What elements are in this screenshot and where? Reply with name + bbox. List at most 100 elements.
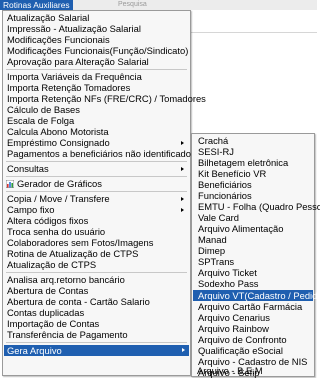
menu-item-abertura-conta-cartao-salario[interactable]: Abertura de conta - Cartão Salario — [7, 297, 188, 307]
menu-item-pagamentos-beneficiarios[interactable]: Pagamentos a beneficiários não identific… — [7, 149, 196, 159]
menu-item-calcula-abono-motorista[interactable]: Calcula Abono Motorista — [7, 127, 188, 137]
menu-item-label: Contas duplicadas — [7, 307, 85, 318]
menu-item-label: Beneficiários — [198, 179, 252, 190]
menu-item-atualizacao-ctps[interactable]: Atualização de CTPS — [7, 260, 188, 270]
menu-item-label: Importa Retenção NFs (FRE/CRC) / Tomador… — [7, 93, 206, 104]
menu-item-label: Dimep — [198, 245, 226, 256]
menu-item-label: Campo fixo — [7, 204, 55, 215]
menu-item-analisa-arq-retorno[interactable]: Analisa arq.retorno bancário — [7, 275, 188, 285]
submenu-arrow-icon — [181, 141, 184, 145]
menu-item-label: Aprovação para Alteração Salarial — [7, 56, 149, 67]
menu-item-calculo-de-bases[interactable]: Cálculo de Bases — [7, 105, 188, 115]
menu-item-gera-arquivo[interactable]: Gera Arquivo — [4, 345, 189, 356]
submenu-item-cracha[interactable]: Crachá — [198, 136, 312, 146]
submenu-item-beneficiarios[interactable]: Beneficiários — [198, 180, 312, 190]
submenu-item-bilhetagem-eletronica[interactable]: Bilhetagem eletrônica — [198, 158, 312, 168]
menu-item-rotina-atualizacao-ctps[interactable]: Rotina de Atualização de CTPS — [7, 249, 188, 259]
chart-icon — [6, 180, 14, 188]
menu-item-consultas[interactable]: Consultas — [7, 164, 188, 174]
submenu-item-funcionarios[interactable]: Funcionários — [198, 191, 312, 201]
menu-rotinas-auxiliares[interactable]: Rotinas Auxiliares — [0, 0, 73, 10]
menu-item-label: Bilhetagem eletrônica — [198, 157, 289, 168]
menu-item-copia-move-transfere[interactable]: Copia / Move / Transfere — [7, 194, 188, 204]
submenu-item-arquivo-cenarius[interactable]: Arquivo Cenarius — [198, 313, 312, 323]
submenu-item-sodexho-pass[interactable]: Sodexho Pass — [198, 279, 312, 289]
submenu-item-arquivo-rainbow[interactable]: Arquivo Rainbow — [198, 324, 312, 334]
menu-item-label: Escala de Folga — [7, 115, 75, 126]
menu-item-aprovacao-alteracao-salarial[interactable]: Aprovação para Alteração Salarial — [7, 57, 188, 67]
menu-item-modificacoes-funcionais[interactable]: Modificações Funcionais — [7, 35, 188, 45]
menu-item-label: SPTrans — [198, 256, 235, 267]
submenu-item-sptrans[interactable]: SPTrans — [198, 257, 312, 267]
submenu-item-arquivo-vt[interactable]: Arquivo VT(Cadastro / Pedido) — [193, 290, 320, 301]
menu-item-colaboradores-sem-fotos[interactable]: Colaboradores sem Fotos/Imagens — [7, 238, 188, 248]
menu-item-modificacoes-funcionais-funcao[interactable]: Modificações Funcionais(Função/Sindicato… — [7, 46, 188, 56]
menu-item-label: Arquivo Alimentação — [198, 223, 284, 234]
menu-item-label: Impressão - Atualização Salarial — [7, 23, 141, 34]
submenu-item-emtu-folha[interactable]: EMTU - Folha (Quadro Pessoal) — [198, 202, 320, 212]
menu-item-label: Copia / Move / Transfere — [7, 193, 110, 204]
menu-item-label: Vale Card — [198, 212, 239, 223]
menu-item-campo-fixo[interactable]: Campo fixo — [7, 205, 188, 215]
menu-item-label: Colaboradores sem Fotos/Imagens — [7, 237, 154, 248]
submenu-item-arquivo-cartao-farmacia[interactable]: Arquivo Cartão Farmácia — [198, 302, 312, 312]
menu-item-label: Sodexho Pass — [198, 278, 259, 289]
menu-item-importa-retencao-tomadores[interactable]: Importa Retenção Tomadores — [7, 83, 188, 93]
menu-item-contas-duplicadas[interactable]: Contas duplicadas — [7, 308, 188, 318]
rotinas-auxiliares-menu: Atualização Salarial Impressão - Atualiz… — [2, 10, 206, 376]
submenu-arrow-icon — [181, 167, 184, 171]
menu-item-label: Arquivo de Confronto — [198, 334, 287, 345]
menu-item-label: Kit Benefício VR — [198, 168, 267, 179]
menu-item-label: Modificações Funcionais — [7, 34, 110, 45]
menu-separator — [6, 176, 187, 177]
menu-item-abertura-de-contas[interactable]: Abertura de Contas — [7, 286, 188, 296]
menu-item-label: Funcionários — [198, 190, 252, 201]
menu-separator — [6, 191, 187, 192]
menu-separator — [6, 272, 187, 273]
menu-bar: Rotinas Auxiliares Pesquisa — [0, 0, 317, 10]
menu-item-label: Altera códigos fixos — [7, 215, 89, 226]
menu-item-label: SESI-RJ — [198, 146, 234, 157]
menu-item-label: Transferência de Pagamento — [7, 329, 128, 340]
menu-item-label: EMTU - Folha (Quadro Pessoal) — [198, 201, 320, 212]
menu-item-label: Qualificação eSocial — [198, 345, 283, 356]
menu-item-label: Importação de Contas — [7, 318, 100, 329]
submenu-item-arquivo-de-confronto[interactable]: Arquivo de Confronto — [198, 335, 312, 345]
menu-item-label: Gera Arquivo — [7, 345, 62, 356]
submenu-item-arquivo-alimentacao[interactable]: Arquivo Alimentação — [198, 224, 312, 234]
submenu-item-vale-card[interactable]: Vale Card — [198, 213, 312, 223]
menu-item-impressao-atualizacao-salarial[interactable]: Impressão - Atualização Salarial — [7, 24, 188, 34]
menu-item-label: Arquivo Ticket — [198, 267, 257, 278]
menu-item-label: Abertura de Contas — [7, 285, 89, 296]
submenu-arrow-icon — [181, 197, 184, 201]
menu-item-label: Modificações Funcionais(Função/Sindicato… — [7, 45, 189, 56]
menu-item-importa-variaveis-frequencia[interactable]: Importa Variáveis da Frequência — [7, 72, 188, 82]
menu-item-label: Arquivo Cenarius — [198, 312, 270, 323]
submenu-item-dimep[interactable]: Dimep — [198, 246, 312, 256]
menu-item-importacao-de-contas[interactable]: Importação de Contas — [7, 319, 188, 329]
menu-item-label: Pagamentos a beneficiários não identific… — [7, 148, 196, 159]
menu-item-troca-senha[interactable]: Troca senha do usuário — [7, 227, 188, 237]
menu-item-escala-de-folga[interactable]: Escala de Folga — [7, 116, 188, 126]
menu-item-label: Arquivo Rainbow — [198, 323, 269, 334]
menu-item-importa-retencao-nfs[interactable]: Importa Retenção NFs (FRE/CRC) / Tomador… — [7, 94, 206, 104]
menu-item-label: Troca senha do usuário — [7, 226, 106, 237]
submenu-item-kit-beneficio-vr[interactable]: Kit Benefício VR — [198, 169, 312, 179]
menu-item-emprestimo-consignado[interactable]: Empréstimo Consignado — [7, 138, 188, 148]
menu-separator — [6, 161, 187, 162]
menu-item-atualizacao-salarial[interactable]: Atualização Salarial — [7, 13, 188, 23]
submenu-item-qualificacao-esocial[interactable]: Qualificação eSocial — [198, 346, 312, 356]
submenu-item-arquivo-bem[interactable]: Arquivo - B.E.M — [197, 366, 307, 376]
menu-pesquisa[interactable]: Pesquisa — [118, 1, 147, 9]
submenu-item-sesi-rj[interactable]: SESI-RJ — [198, 147, 312, 157]
menu-item-label: Atualização de CTPS — [7, 259, 97, 270]
menu-item-label: Analisa arq.retorno bancário — [7, 274, 125, 285]
menu-item-gerador-de-graficos[interactable]: Gerador de Gráficos — [6, 179, 188, 189]
menu-item-label: Crachá — [198, 135, 229, 146]
menu-item-label: Empréstimo Consignado — [7, 137, 110, 148]
menu-item-altera-codigos-fixos[interactable]: Altera códigos fixos — [7, 216, 188, 226]
submenu-item-manad[interactable]: Manad — [198, 235, 312, 245]
menu-item-label: Cálculo de Bases — [7, 104, 80, 115]
menu-item-transferencia-de-pagamento[interactable]: Transferência de Pagamento — [7, 330, 188, 340]
submenu-item-arquivo-ticket[interactable]: Arquivo Ticket — [198, 268, 312, 278]
